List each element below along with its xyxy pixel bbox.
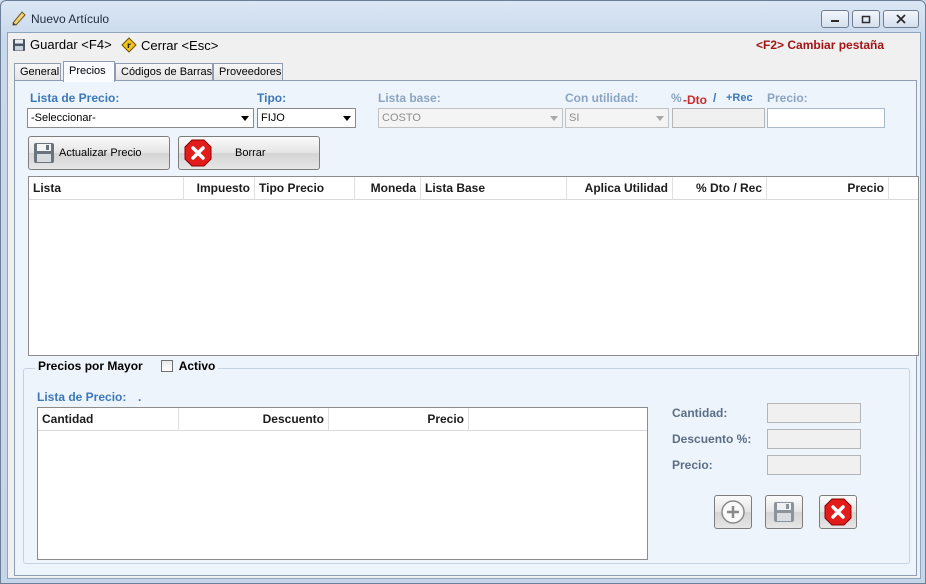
plus-circle-icon bbox=[721, 500, 745, 524]
col-descuento[interactable]: Descuento bbox=[179, 408, 329, 431]
col-lista-base[interactable]: Lista Base bbox=[421, 177, 567, 200]
window-title: Nuevo Artículo bbox=[31, 12, 110, 26]
red-x-icon bbox=[184, 139, 212, 167]
con-utilidad-label: Con utilidad: bbox=[565, 91, 639, 105]
descuento-label: Descuento %: bbox=[672, 432, 752, 446]
precio-label: Precio: bbox=[767, 91, 808, 105]
add-wholesale-button[interactable] bbox=[714, 495, 752, 529]
lista-base-select[interactable]: COSTO bbox=[378, 108, 563, 128]
lista-precio-value: -Seleccionar- bbox=[31, 112, 96, 124]
col-wholesale-precio[interactable]: Precio bbox=[329, 408, 469, 431]
delete-button[interactable]: Borrar bbox=[178, 136, 320, 170]
update-price-button[interactable]: Actualizar Precio bbox=[28, 136, 170, 170]
col-aplica-utilidad[interactable]: Aplica Utilidad bbox=[567, 177, 673, 200]
client-area: Guardar <F4> r Cerrar <Esc> <F2> Cambiar… bbox=[7, 32, 921, 579]
tipo-select[interactable]: FIJO bbox=[257, 108, 356, 128]
minimize-icon bbox=[831, 20, 839, 22]
tab-proveedores[interactable]: Proveedores bbox=[213, 63, 283, 81]
lista-base-label: Lista base: bbox=[378, 91, 441, 105]
col-precio[interactable]: Precio bbox=[767, 177, 889, 200]
wholesale-lista-label: Lista de Precio: bbox=[37, 390, 127, 404]
save-toolbar-button[interactable]: Guardar <F4> bbox=[12, 37, 112, 52]
col-tipo-precio[interactable]: Tipo Precio bbox=[255, 177, 355, 200]
minimize-button[interactable] bbox=[821, 10, 849, 28]
percent-label: % bbox=[671, 91, 682, 105]
price-grid-header: Lista Impuesto Tipo Precio Moneda Lista … bbox=[29, 177, 918, 200]
wholesale-lista-value: . bbox=[138, 390, 142, 404]
dto-label: -Dto bbox=[683, 93, 707, 107]
col-impuesto[interactable]: Impuesto bbox=[184, 177, 255, 200]
wholesale-grid-header: Cantidad Descuento Precio bbox=[38, 408, 647, 431]
slash-label: / bbox=[713, 91, 717, 105]
save-toolbar-label: Guardar <F4> bbox=[30, 37, 112, 52]
tab-precios[interactable]: Precios bbox=[63, 61, 115, 82]
price-grid[interactable]: Lista Impuesto Tipo Precio Moneda Lista … bbox=[28, 176, 919, 356]
update-price-label: Actualizar Precio bbox=[59, 147, 142, 159]
col-dto-rec[interactable]: % Dto / Rec bbox=[673, 177, 767, 200]
floppy-disk-icon bbox=[13, 38, 25, 51]
rec-label: +Rec bbox=[726, 92, 753, 104]
wholesale-precio-label: Precio: bbox=[672, 458, 713, 472]
cantidad-label: Cantidad: bbox=[672, 406, 728, 420]
cantidad-input[interactable] bbox=[767, 403, 861, 423]
svg-text:r: r bbox=[127, 41, 131, 50]
activo-label: Activo bbox=[178, 359, 216, 373]
wholesale-precio-input[interactable] bbox=[767, 455, 861, 475]
delete-wholesale-button[interactable] bbox=[819, 495, 857, 529]
title-bar: Nuevo Artículo bbox=[1, 1, 925, 33]
lista-base-value: COSTO bbox=[382, 112, 421, 124]
chevron-down-icon bbox=[550, 116, 558, 121]
tipo-value: FIJO bbox=[261, 112, 285, 124]
switch-tab-hint: <F2> Cambiar pestaña bbox=[756, 38, 885, 52]
wholesale-title: Precios por Mayor bbox=[38, 359, 143, 373]
main-window: Nuevo Artículo Guardar <F4> r Cerrar <Es… bbox=[0, 0, 926, 584]
wholesale-grid[interactable]: Cantidad Descuento Precio bbox=[37, 407, 648, 560]
close-toolbar-button[interactable]: r Cerrar <Esc> bbox=[121, 37, 218, 53]
precios-tab-page: Lista de Precio: Tipo: Lista base: Con u… bbox=[14, 80, 919, 576]
tipo-label: Tipo: bbox=[257, 91, 287, 105]
col-moneda[interactable]: Moneda bbox=[355, 177, 421, 200]
delete-label: Borrar bbox=[235, 147, 266, 159]
floppy-disk-icon bbox=[774, 502, 794, 522]
dto-rec-input[interactable] bbox=[672, 108, 765, 128]
close-toolbar-label: Cerrar <Esc> bbox=[141, 37, 219, 53]
wholesale-legend: Precios por Mayor Activo bbox=[35, 359, 219, 373]
restore-button[interactable] bbox=[852, 10, 880, 28]
red-x-icon bbox=[824, 498, 852, 526]
con-utilidad-value: SI bbox=[569, 112, 580, 124]
pencil-ruler-icon bbox=[12, 11, 26, 26]
col-cantidad[interactable]: Cantidad bbox=[38, 408, 179, 431]
restore-icon bbox=[861, 15, 871, 23]
save-wholesale-button[interactable] bbox=[765, 495, 803, 529]
tab-general[interactable]: General bbox=[14, 63, 61, 81]
close-icon bbox=[896, 14, 906, 24]
close-window-button[interactable] bbox=[883, 10, 919, 28]
chevron-down-icon bbox=[241, 116, 249, 121]
tab-codigos-barras[interactable]: Códigos de Barras bbox=[115, 63, 213, 81]
precio-input[interactable] bbox=[767, 108, 885, 128]
col-lista[interactable]: Lista bbox=[29, 177, 184, 200]
con-utilidad-select[interactable]: SI bbox=[565, 108, 669, 128]
chevron-down-icon bbox=[656, 116, 664, 121]
lista-precio-label: Lista de Precio: bbox=[30, 91, 120, 105]
activo-checkbox[interactable] bbox=[160, 360, 173, 372]
chevron-down-icon bbox=[343, 116, 351, 121]
floppy-disk-icon bbox=[34, 143, 54, 163]
lista-precio-select[interactable]: -Seleccionar- bbox=[27, 108, 254, 128]
descuento-input[interactable] bbox=[767, 429, 861, 449]
exit-sign-icon: r bbox=[121, 37, 137, 53]
